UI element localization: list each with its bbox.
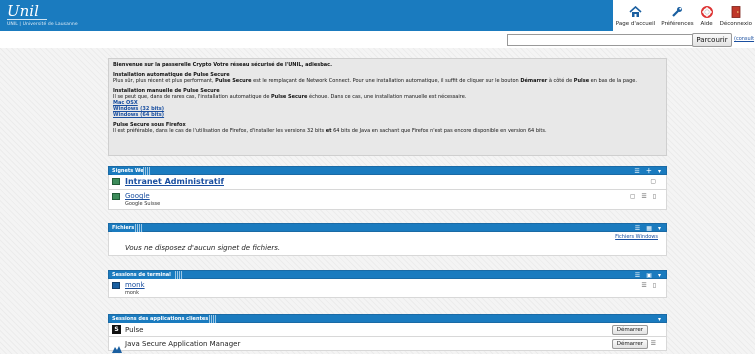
home-label: Page d'accueil	[615, 21, 656, 27]
bookmark-actions[interactable]: ▢ ☰ ▯	[630, 193, 658, 200]
client-apps-panel: Sessions des applications clientes ▾ S P…	[108, 314, 667, 353]
windows-files-link[interactable]: Fichiers Windows	[615, 234, 658, 240]
web-bookmarks-panel: Signets Web ☰ ＋ ▾ Intranet Administratif…	[108, 166, 667, 210]
search-row: Parcourir (consult	[0, 33, 755, 47]
help-label: Aide	[700, 21, 713, 27]
panel-header: Fichiers ☰ ▦ ▾	[108, 223, 667, 233]
help-button[interactable]: Aide	[697, 0, 717, 29]
app-name: Pulse	[125, 326, 144, 334]
door-icon	[729, 5, 743, 19]
logo-subtitle: UNIL | Université de Lausanne	[7, 22, 78, 27]
logout-button[interactable]: Déconnexio	[717, 0, 755, 29]
app-actions[interactable]: ☰	[651, 340, 658, 347]
terminal-sessions-panel: Sessions de terminal ☰ ▣ ▾ monk monk ☰ ▯	[108, 270, 667, 298]
download-link-win64[interactable]: Windows (64 bits)	[113, 112, 164, 118]
home-icon	[629, 5, 643, 19]
pulse-icon: S	[112, 325, 121, 334]
consult-link[interactable]: (consult	[734, 36, 754, 42]
list-item: Java Secure Application Manager Démarrer…	[108, 337, 667, 353]
logo-underline	[7, 19, 47, 20]
files-body: Fichiers Windows Vous ne disposez d'aucu…	[108, 232, 667, 256]
start-pulse-button[interactable]: Démarrer	[611, 325, 648, 335]
top-bar: Unil UNIL | Université de Lausanne Page …	[0, 0, 755, 31]
browse-url-input[interactable]	[507, 34, 693, 46]
panel-header: Sessions des applications clientes ▾	[108, 314, 667, 324]
unil-logo: Unil	[7, 2, 39, 20]
logout-label: Déconnexio	[719, 21, 752, 27]
start-jsam-button[interactable]: Démarrer	[611, 339, 648, 349]
session-description: monk	[125, 290, 139, 296]
firefox-text: Il est préférable, dans le cas de l'util…	[113, 128, 547, 134]
toolbar: Page d'accueil Préférences Aide Déconnex…	[612, 0, 755, 31]
app-name: Java Secure Application Manager	[125, 340, 241, 348]
list-item: S Pulse Démarrer	[108, 323, 667, 337]
list-item[interactable]: monk monk ☰ ▯	[108, 279, 667, 298]
preferences-label: Préférences	[661, 21, 694, 27]
session-link[interactable]: monk	[125, 281, 145, 289]
bookmark-link[interactable]: Intranet Administratif	[125, 177, 224, 186]
bookmark-icon	[112, 193, 120, 200]
bookmark-icon	[112, 178, 120, 185]
terminal-icon	[112, 282, 120, 289]
browse-button[interactable]: Parcourir	[692, 33, 732, 47]
empty-message: Vous ne disposez d'aucun signet de fichi…	[125, 244, 281, 252]
lifebuoy-icon	[700, 5, 714, 19]
panel-header: Signets Web ☰ ＋ ▾	[108, 166, 667, 176]
session-actions[interactable]: ☰ ▯	[641, 282, 658, 289]
open-window-icon[interactable]: ▢	[650, 178, 658, 185]
wrench-icon	[670, 5, 684, 19]
java-icon	[112, 339, 122, 358]
panel-header: Sessions de terminal ☰ ▣ ▾	[108, 270, 667, 280]
welcome-info-box: Bienvenue sur la passerelle Crypto Votre…	[108, 58, 667, 156]
bookmark-link[interactable]: Google	[125, 192, 150, 200]
files-panel: Fichiers ☰ ▦ ▾ Fichiers Windows Vous ne …	[108, 223, 667, 256]
list-item[interactable]: Intranet Administratif ▢	[108, 175, 667, 190]
home-button[interactable]: Page d'accueil	[613, 0, 658, 29]
auto-install-text: Plus sûr, plus récent et plus performant…	[113, 78, 637, 84]
preferences-button[interactable]: Préférences	[658, 0, 696, 29]
list-item[interactable]: Google Google Suisse ▢ ☰ ▯	[108, 190, 667, 210]
bookmark-description: Google Suisse	[125, 201, 161, 207]
